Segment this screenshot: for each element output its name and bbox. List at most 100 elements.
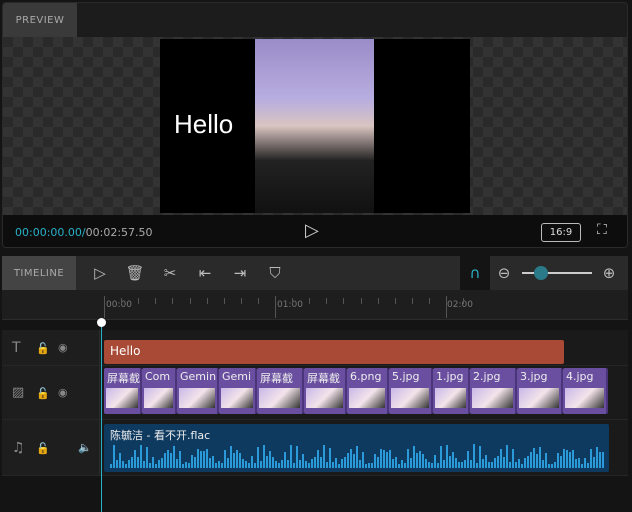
image-clip[interactable]: 屏幕截 xyxy=(257,368,304,414)
lock-icon[interactable]: 🔓 xyxy=(36,442,50,455)
waveform-bar xyxy=(503,457,505,468)
image-clip-label: 6.png xyxy=(350,370,382,383)
waveform-bar xyxy=(560,455,562,468)
waveform-bar xyxy=(257,446,259,468)
preview-stage: Hello xyxy=(3,37,627,215)
waveform-bar xyxy=(119,452,121,468)
waveform-bar xyxy=(323,444,325,468)
time-ruler[interactable]: 00:00 01:00 02:00 xyxy=(2,290,628,320)
zoom-slider[interactable] xyxy=(522,266,592,280)
waveform-bar xyxy=(341,458,343,468)
audio-clip[interactable]: 陈毓洁 - 看不开.flac xyxy=(104,424,609,472)
waveform-bar xyxy=(134,450,136,468)
waveform-bar xyxy=(302,453,304,468)
waveform-bar xyxy=(572,449,574,468)
waveform-bar xyxy=(242,458,244,468)
waveform-bar xyxy=(530,452,532,468)
waveform-bar xyxy=(110,464,112,468)
trash-icon[interactable]: 🗑 xyxy=(125,256,145,290)
ruler-tick xyxy=(360,298,362,304)
play-icon[interactable]: ▷ xyxy=(305,220,319,241)
eye-icon[interactable]: ◉ xyxy=(58,341,68,354)
image-clip-label: 1.jpg xyxy=(436,370,464,383)
playhead-handle[interactable] xyxy=(97,318,106,327)
play-icon[interactable]: ▷ xyxy=(90,256,110,290)
audio-track-icon: ♫ xyxy=(12,440,25,456)
waveform-bar xyxy=(500,448,502,468)
ruler-tick xyxy=(172,298,174,304)
image-clip[interactable]: 4.jpg xyxy=(563,368,608,414)
image-clip[interactable]: Com xyxy=(142,368,177,414)
image-clip-thumbnail xyxy=(179,388,215,408)
eye-icon[interactable]: ◉ xyxy=(58,386,68,399)
image-clip[interactable]: Gemin xyxy=(177,368,219,414)
scissors-icon[interactable]: ✂ xyxy=(160,256,180,290)
image-clip[interactable]: 屏幕截 xyxy=(304,368,347,414)
waveform-bar xyxy=(374,453,376,468)
waveform-bar xyxy=(494,458,496,468)
magnet-snap-button[interactable]: ∩ xyxy=(460,256,490,290)
ruler-tick xyxy=(240,298,242,304)
waveform-bar xyxy=(293,463,295,468)
zoom-slider-handle[interactable] xyxy=(534,266,548,280)
jump-start-icon[interactable]: ⇤ xyxy=(195,256,215,290)
lock-icon[interactable]: 🔓 xyxy=(36,342,50,355)
waveform-bar xyxy=(518,459,520,468)
image-clip-label: 2.jpg xyxy=(473,370,501,383)
waveform-bar xyxy=(356,446,358,468)
playhead[interactable] xyxy=(101,320,102,512)
waveform-bar xyxy=(245,460,247,468)
image-clip[interactable]: 5.jpg xyxy=(389,368,433,414)
text-track-icon: T xyxy=(12,340,21,356)
ruler-tick xyxy=(463,298,465,304)
waveform-bar xyxy=(233,453,235,468)
fullscreen-icon[interactable]: ⛶ xyxy=(597,222,607,238)
aspect-ratio-button[interactable]: 16:9 xyxy=(541,223,581,242)
image-clip[interactable]: Gemi xyxy=(219,368,257,414)
waveform-bar xyxy=(395,456,397,468)
image-clip-thumbnail xyxy=(259,388,300,408)
waveform-bar xyxy=(362,451,364,468)
waveform-bar xyxy=(167,449,169,468)
waveform-bar xyxy=(122,460,124,468)
tab-timeline[interactable]: TIMELINE xyxy=(2,256,76,290)
image-clip[interactable]: 6.png xyxy=(347,368,389,414)
lock-icon[interactable]: 🔓 xyxy=(36,387,50,400)
waveform-bar xyxy=(443,459,445,468)
image-clip[interactable]: 3.jpg xyxy=(517,368,563,414)
text-clip[interactable]: Hello xyxy=(104,340,564,364)
image-clip-thumbnail xyxy=(306,388,343,408)
bookmark-icon[interactable]: ⛉ xyxy=(265,256,285,290)
waveform-bar xyxy=(299,459,301,468)
waveform-bar xyxy=(599,452,601,468)
waveform-bar xyxy=(350,449,352,468)
zoom-in-icon[interactable]: ⊕ xyxy=(599,256,619,290)
image-track: ▨ 🔓 ◉ 屏幕截 Com Gemin Gemi 屏幕截 屏幕截 6.png 5.jpg 1.jpg… xyxy=(2,366,628,420)
waveform-bar xyxy=(383,450,385,468)
waveform-bar xyxy=(446,445,448,468)
image-clip[interactable]: 屏幕截 xyxy=(104,368,142,414)
jump-end-icon[interactable]: ⇥ xyxy=(230,256,250,290)
waveform-bar xyxy=(173,446,175,468)
image-clip[interactable]: 1.jpg xyxy=(433,368,470,414)
image-clip-thumbnail xyxy=(565,388,604,408)
image-clip[interactable]: 2.jpg xyxy=(470,368,517,414)
ruler-tick xyxy=(257,298,259,304)
waveform-bar xyxy=(575,459,577,468)
waveform-bar xyxy=(554,462,556,468)
timeline-toolbar: TIMELINE ▷ 🗑 ✂ ⇤ ⇥ ⛉ ∩ ⊖ ⊕ xyxy=(2,256,628,290)
image-clip-label: Com xyxy=(145,370,171,383)
playback-controls: 00:00:00.00/00:02:57.50 ▷ 16:9 ⛶ xyxy=(3,215,627,247)
zoom-out-icon[interactable]: ⊖ xyxy=(494,256,514,290)
waveform-bar xyxy=(236,450,238,468)
waveform-bar xyxy=(218,460,220,468)
waveform-bar xyxy=(584,458,586,468)
waveform-bar xyxy=(437,463,439,468)
volume-icon[interactable]: 🔈 xyxy=(78,441,92,454)
ruler-tick xyxy=(394,298,396,304)
waveform-bar xyxy=(275,460,277,468)
waveform-bar xyxy=(329,447,331,468)
tab-preview[interactable]: PREVIEW xyxy=(3,3,77,37)
ruler-tick xyxy=(155,298,157,304)
waveform-bar xyxy=(389,449,391,468)
